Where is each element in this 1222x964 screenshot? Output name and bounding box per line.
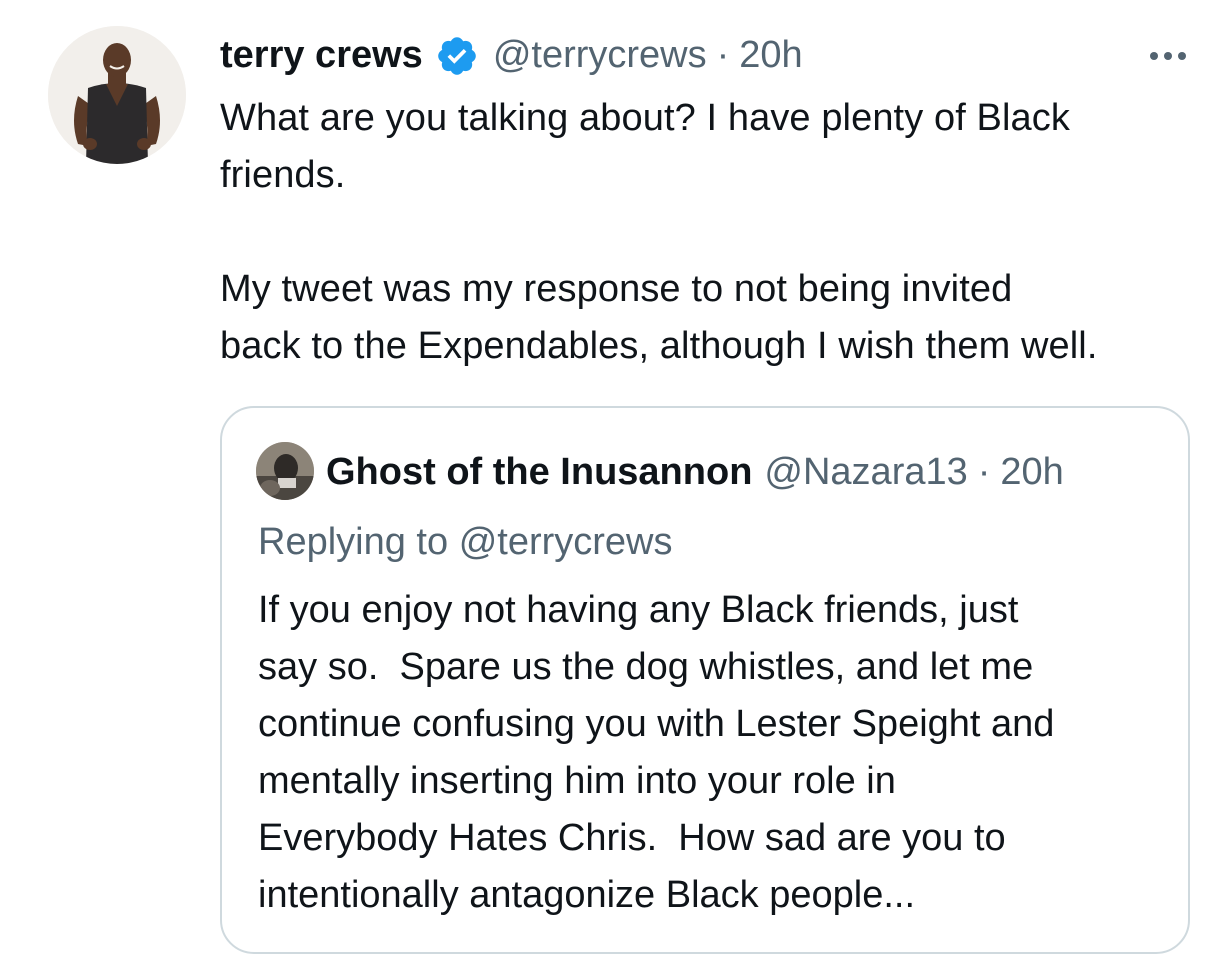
quoted-tweet-timestamp[interactable]: 20h xyxy=(1000,446,1063,498)
author-handle[interactable]: @terrycrews xyxy=(493,30,707,80)
more-horizontal-icon[interactable] xyxy=(1142,38,1194,74)
tweet[interactable]: terry crews @terrycrews · 20h What are y… xyxy=(0,0,1222,964)
quoted-tweet-header: Ghost of the Inusannon @Nazara13 · 20h xyxy=(326,446,1064,498)
replying-to-handle[interactable]: @terrycrews xyxy=(459,521,673,563)
tweet-timestamp[interactable]: 20h xyxy=(739,30,802,80)
replying-to-prefix: Replying to xyxy=(258,521,449,563)
header-separator: · xyxy=(716,34,730,76)
quoted-author-display-name[interactable]: Ghost of the Inusannon xyxy=(326,446,752,498)
replying-to-line: Replying to @terrycrews xyxy=(258,516,673,568)
quoted-header-separator: · xyxy=(977,451,991,493)
tweet-header: terry crews @terrycrews · 20h xyxy=(220,30,803,80)
author-avatar[interactable] xyxy=(48,26,186,164)
quoted-author-handle[interactable]: @Nazara13 xyxy=(764,446,967,498)
tweet-text: What are you talking about? I have plent… xyxy=(220,97,1098,367)
verified-badge-icon xyxy=(435,34,479,78)
quoted-tweet[interactable]: Ghost of the Inusannon @Nazara13 · 20h R… xyxy=(220,406,1190,954)
quoted-author-avatar[interactable] xyxy=(256,442,314,500)
avatar-image xyxy=(48,26,186,164)
quoted-avatar-image xyxy=(256,442,314,500)
quoted-tweet-text: If you enjoy not having any Black friend… xyxy=(258,589,1055,916)
author-display-name[interactable]: terry crews xyxy=(220,30,423,80)
